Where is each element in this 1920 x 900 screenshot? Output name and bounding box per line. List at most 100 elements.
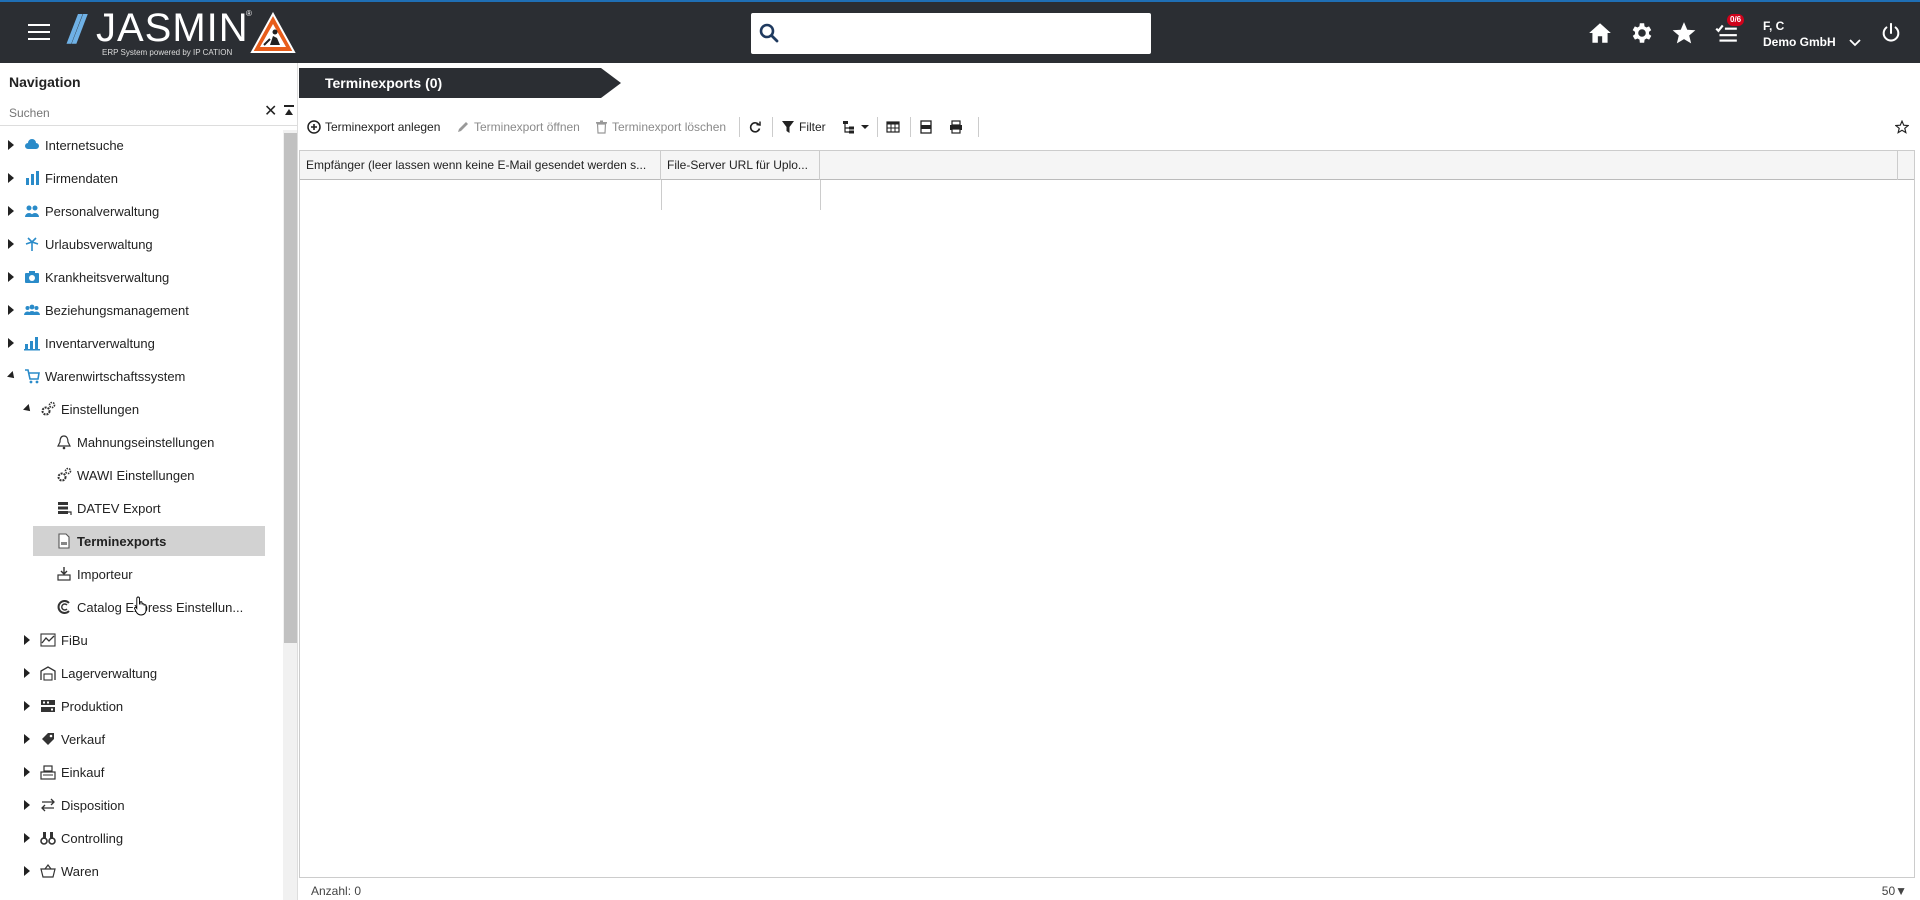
navigation-search-input[interactable] — [9, 104, 259, 122]
register-icon — [40, 765, 56, 780]
nav-item-waren[interactable]: Waren — [0, 856, 283, 886]
export-button[interactable] — [919, 118, 933, 136]
expand-arrow-icon[interactable] — [24, 668, 30, 678]
toolbar-divider — [772, 117, 773, 137]
expand-arrow-icon[interactable] — [24, 701, 30, 711]
expand-arrow-icon[interactable] — [24, 800, 30, 810]
nav-item-disposition[interactable]: Disposition — [0, 790, 283, 820]
nav-item-controlling[interactable]: Controlling — [0, 823, 283, 853]
camera-icon — [25, 271, 39, 283]
collapse-arrow-icon[interactable] — [7, 371, 17, 381]
expand-arrow-icon[interactable] — [8, 338, 14, 348]
navigation-sidebar: Navigation ✕ Internetsuche Firmendaten P… — [0, 63, 298, 900]
filter-label: Filter — [799, 120, 826, 134]
nav-item-krankheitsverwaltung[interactable]: Krankheitsverwaltung — [0, 262, 283, 292]
toolbar-divider — [910, 117, 911, 137]
nav-item-inventarverwaltung[interactable]: Inventarverwaltung — [0, 328, 283, 358]
navigation-search[interactable]: ✕ — [0, 100, 297, 126]
print-button[interactable] — [949, 118, 963, 136]
warehouse-icon — [40, 666, 56, 681]
toolbar-divider — [877, 117, 878, 137]
refresh-button[interactable] — [748, 118, 762, 136]
global-search[interactable] — [751, 13, 1151, 54]
expand-arrow-icon[interactable] — [24, 635, 30, 645]
main-panel: Terminexports (0) Terminexport anlegen T… — [299, 63, 1920, 900]
page-size-select[interactable]: 50▼ — [1882, 884, 1907, 898]
nav-item-terminexports[interactable]: Terminexports — [0, 526, 283, 556]
menu-icon[interactable] — [28, 24, 50, 40]
nav-item-fibu[interactable]: FiBu — [0, 625, 283, 655]
tag-icon — [42, 733, 54, 745]
home-icon[interactable] — [1587, 20, 1613, 46]
column-header-filler — [1897, 151, 1914, 180]
nav-item-personalverwaltung[interactable]: Personalverwaltung — [0, 196, 283, 226]
factory-chart-icon — [24, 337, 40, 351]
expand-arrow-icon[interactable] — [24, 734, 30, 744]
data-grid[interactable]: Empfänger (leer lassen wenn keine E-Mail… — [299, 150, 1915, 877]
nav-item-importeur[interactable]: Importeur — [0, 559, 283, 589]
star-outline-icon — [1895, 120, 1909, 134]
nav-item-verkauf[interactable]: Verkauf — [0, 724, 283, 754]
column-header-file-server-url[interactable]: File-Server URL für Uplo... — [661, 151, 820, 180]
bell-icon — [57, 435, 71, 450]
nav-item-datev-export[interactable]: DATEV Export — [0, 493, 283, 523]
favorite-button[interactable] — [1895, 118, 1909, 136]
nav-item-urlaubsverwaltung[interactable]: Urlaubsverwaltung — [0, 229, 283, 259]
nav-item-einstellungen[interactable]: Einstellungen — [0, 394, 283, 424]
logo-slashes: // — [68, 8, 84, 52]
group-icon — [24, 304, 40, 315]
jasmin-logo[interactable]: // JASMIN ® ERP System powered by IP CAT… — [66, 4, 306, 58]
expand-arrow-icon[interactable] — [8, 272, 14, 282]
user-name[interactable]: F, C — [1763, 19, 1784, 33]
global-search-input[interactable] — [789, 13, 1144, 54]
filter-button[interactable]: Filter — [781, 118, 826, 136]
open-terminexport-button[interactable]: Terminexport öffnen — [456, 118, 580, 136]
collapse-all-icon[interactable] — [284, 105, 294, 117]
create-terminexport-label: Terminexport anlegen — [325, 120, 441, 134]
clear-search-icon[interactable]: ✕ — [264, 104, 277, 120]
expand-arrow-icon[interactable] — [24, 833, 30, 843]
basket-icon — [40, 864, 56, 878]
power-icon[interactable] — [1880, 22, 1902, 44]
expand-arrow-icon[interactable] — [8, 140, 14, 150]
chevron-down-icon[interactable] — [1848, 38, 1862, 48]
expand-arrow-icon[interactable] — [8, 305, 14, 315]
collapse-arrow-icon[interactable] — [23, 404, 33, 414]
nav-item-produktion[interactable]: Produktion — [0, 691, 283, 721]
nav-item-einkauf[interactable]: Einkauf — [0, 757, 283, 787]
sidebar-scrollbar-thumb[interactable] — [284, 133, 297, 643]
nav-item-warenwirtschaftssystem[interactable]: Warenwirtschaftssystem — [0, 361, 283, 391]
nav-item-internetsuche[interactable]: Internetsuche — [0, 130, 283, 160]
toolbar-divider — [978, 117, 979, 137]
star-icon[interactable] — [1671, 20, 1697, 46]
expand-arrow-icon[interactable] — [8, 206, 14, 216]
tree-view-dropdown[interactable] — [842, 118, 870, 136]
palm-tree-icon — [25, 237, 39, 251]
expand-arrow-icon[interactable] — [24, 767, 30, 777]
record-count: Anzahl: 0 — [311, 884, 362, 898]
nav-item-lagerverwaltung[interactable]: Lagerverwaltung — [0, 658, 283, 688]
gear-icon[interactable] — [1629, 20, 1655, 46]
delete-terminexport-button[interactable]: Terminexport löschen — [595, 118, 726, 136]
table-columns-icon — [886, 121, 900, 133]
production-icon — [41, 700, 55, 712]
document-csv-icon — [58, 533, 70, 549]
gears-icon — [57, 467, 72, 482]
nav-item-wawi-einstellungen[interactable]: WAWI Einstellungen — [0, 460, 283, 490]
nav-item-firmendaten[interactable]: Firmendaten — [0, 163, 283, 193]
refresh-icon — [749, 121, 761, 133]
expand-arrow-icon[interactable] — [8, 173, 14, 183]
user-company[interactable]: Demo GmbH — [1763, 35, 1836, 49]
column-header-empfaenger[interactable]: Empfänger (leer lassen wenn keine E-Mail… — [300, 151, 661, 180]
nav-item-beziehungsmanagement[interactable]: Beziehungsmanagement — [0, 295, 283, 325]
expand-arrow-icon[interactable] — [8, 239, 14, 249]
tasks-badge: 0/6 — [1727, 14, 1745, 26]
delete-terminexport-label: Terminexport löschen — [612, 120, 727, 134]
columns-button[interactable] — [886, 118, 900, 136]
nav-item-mahnungseinstellungen[interactable]: Mahnungseinstellungen — [0, 427, 283, 457]
hierarchy-icon — [843, 121, 854, 134]
expand-arrow-icon[interactable] — [24, 866, 30, 876]
create-terminexport-button[interactable]: Terminexport anlegen — [307, 118, 440, 136]
plus-circle-icon — [307, 120, 321, 134]
toolbar: Terminexport anlegen Terminexport öffnen… — [299, 114, 1920, 140]
